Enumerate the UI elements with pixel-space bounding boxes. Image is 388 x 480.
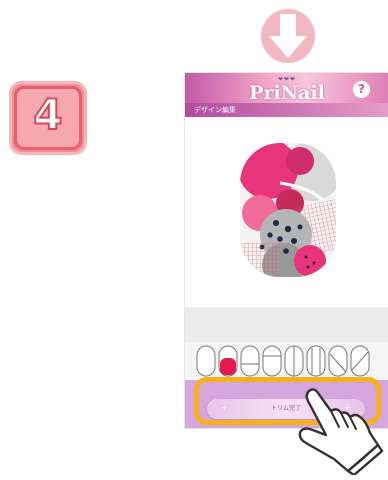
- gray-band: [185, 307, 388, 342]
- logo-title: PriNail: [249, 82, 325, 104]
- app-screen: ❤❤❤ PriNail DIGITAL NAIL PRINTER ? デザイン編…: [185, 73, 388, 428]
- shape-option-almond[interactable]: [306, 345, 326, 377]
- shape-option-coffin[interactable]: [350, 345, 370, 377]
- shape-option-square[interactable]: [262, 345, 282, 377]
- shape-option-round-selected[interactable]: [218, 345, 238, 377]
- down-arrow-icon: [261, 9, 315, 63]
- hand-pointer-icon: [298, 388, 384, 475]
- shape-picker: [185, 342, 388, 380]
- help-icon[interactable]: ?: [353, 81, 370, 98]
- shape-option-squoval[interactable]: [240, 345, 260, 377]
- shape-option-round[interactable]: [196, 345, 216, 377]
- step-number: 4: [32, 89, 63, 140]
- section-bar: デザイン編集: [185, 103, 388, 117]
- shape-options: [196, 345, 370, 377]
- design-canvas[interactable]: [185, 117, 388, 307]
- nail-preview[interactable]: [240, 143, 336, 277]
- shape-option-oval[interactable]: [284, 345, 304, 377]
- section-title: デザイン編集: [194, 106, 236, 114]
- step-badge: 4: [9, 81, 87, 155]
- shape-option-stiletto[interactable]: [328, 345, 348, 377]
- app-header: ❤❤❤ PriNail DIGITAL NAIL PRINTER ? デザイン編…: [185, 73, 388, 117]
